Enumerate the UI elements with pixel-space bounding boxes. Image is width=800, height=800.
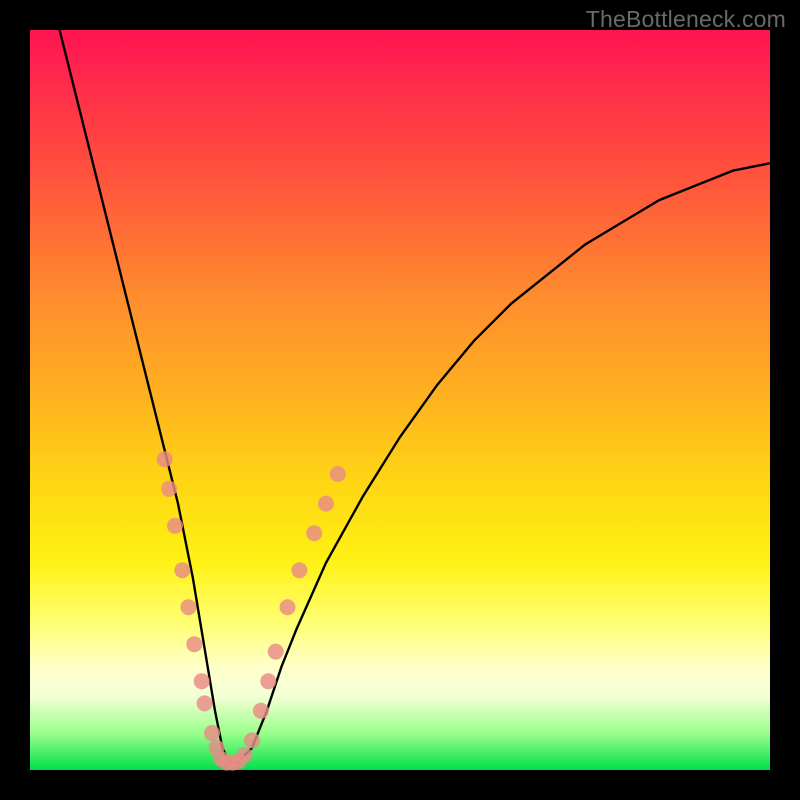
curve-svg (30, 30, 770, 770)
watermark-text: TheBottleneck.com (586, 6, 786, 33)
highlight-dot (330, 466, 346, 482)
highlight-dot (167, 518, 183, 534)
bottleneck-curve (60, 30, 770, 763)
highlight-dot (260, 673, 276, 689)
highlight-dots (157, 451, 346, 770)
highlight-dot (253, 703, 269, 719)
highlight-dot (237, 747, 253, 763)
plot-area (30, 30, 770, 770)
highlight-dot (318, 496, 334, 512)
highlight-dot (174, 562, 190, 578)
highlight-dot (194, 673, 210, 689)
highlight-dot (291, 562, 307, 578)
highlight-dot (197, 695, 213, 711)
highlight-dot (280, 599, 296, 615)
highlight-dot (306, 525, 322, 541)
highlight-dot (268, 644, 284, 660)
highlight-dot (244, 732, 260, 748)
highlight-dot (161, 481, 177, 497)
highlight-dot (180, 599, 196, 615)
highlight-dot (204, 725, 220, 741)
highlight-dot (186, 636, 202, 652)
highlight-dot (157, 451, 173, 467)
chart-frame: TheBottleneck.com (0, 0, 800, 800)
